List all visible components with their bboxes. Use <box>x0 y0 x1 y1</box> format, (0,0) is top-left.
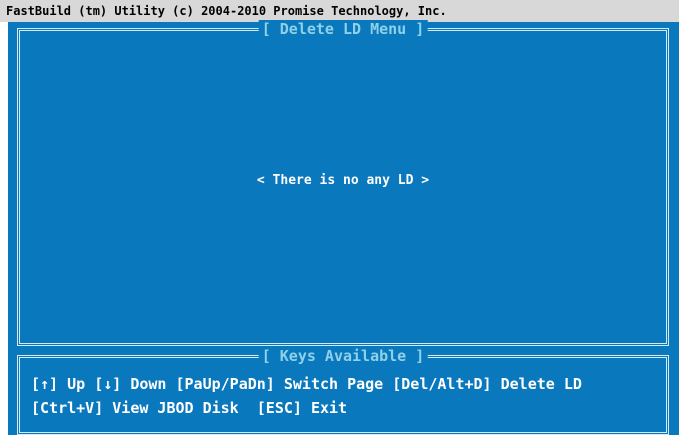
window-title-bar: FastBuild (tm) Utility (c) 2004-2010 Pro… <box>0 0 679 22</box>
delete-ld-menu-panel: [ Delete LD Menu ] < There is no any LD … <box>17 20 669 346</box>
keys-available-panel: [ Keys Available ] [↑] Up [↓] Down [PaUp… <box>17 347 669 435</box>
window-title: FastBuild (tm) Utility (c) 2004-2010 Pro… <box>6 4 447 18</box>
no-ld-message: < There is no any LD > <box>256 173 430 188</box>
delete-ld-menu-title: [ Delete LD Menu ] <box>258 20 428 38</box>
keys-available-title: [ Keys Available ] <box>258 347 428 365</box>
bios-screen: [ Delete LD Menu ] < There is no any LD … <box>8 20 679 435</box>
keys-help-line-2: [Ctrl+V] View JBOD Disk [ESC] Exit <box>31 399 348 417</box>
keys-help-line-1: [↑] Up [↓] Down [PaUp/PaDn] Switch Page … <box>31 375 582 393</box>
